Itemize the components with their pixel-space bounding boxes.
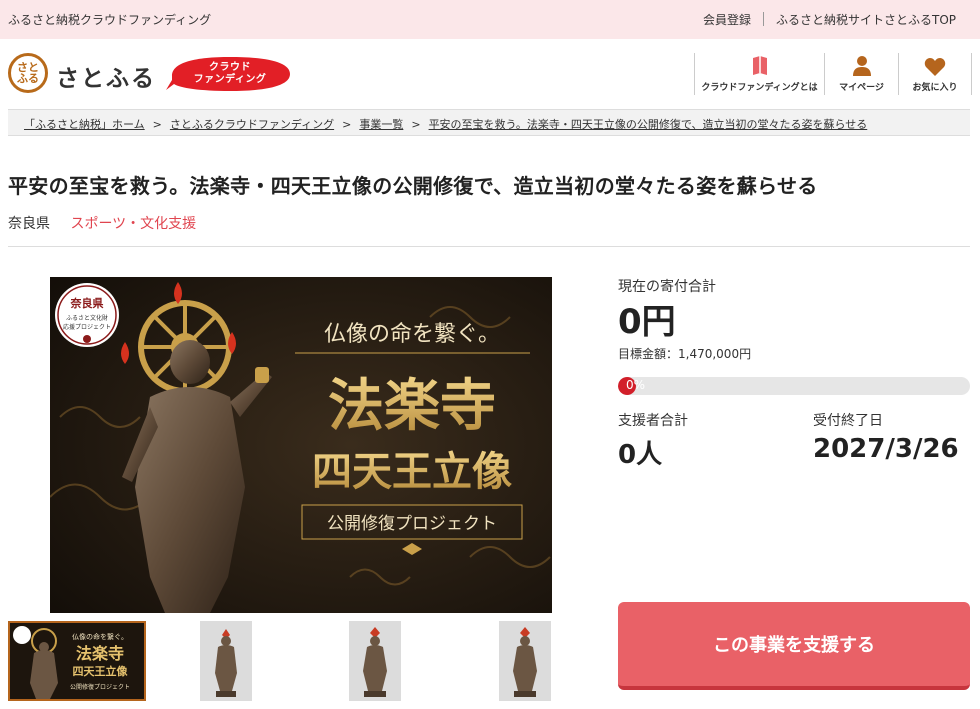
prefecture: 奈良県 [8,216,50,232]
nav-label: クラウドファンディングとは [701,83,818,93]
nav-favorites[interactable]: お気に入り [898,53,972,95]
category-link[interactable]: スポーツ・文化支援 [70,216,196,232]
badge-line-2: ファンディング [193,74,267,85]
top-links: 会員登録 ふるさと納税サイトさとふるTOP [691,11,968,28]
thumbnail-4[interactable] [499,621,551,701]
divider [8,246,970,247]
badge-subtitle-2: 応援プロジェクト [63,323,111,331]
supporters-label: 支援者合計 [618,413,688,429]
support-project-button[interactable]: この事業を支援する [618,602,970,690]
page-title: 平安の至宝を救う。法楽寺・四天王立像の公開修復で、造立当初の堂々たる姿を蘇らせる [8,174,818,198]
thumbnail-image [349,621,401,701]
top-bar: ふるさと納税クラウドファンディング 会員登録 ふるさと納税サイトさとふるTOP [0,0,980,39]
thumbnail-2[interactable] [200,621,252,701]
banner-headline-1: 法楽寺 [328,373,496,439]
badge-subtitle: ふるさと文化財 [66,314,108,322]
total-donation-label: 現在の寄付合計 [618,279,716,295]
banner-tagline: 仏像の命を繋ぐ。 [324,322,500,347]
header-nav: クラウドファンディングとは マイページ お気に入り [694,53,972,95]
deadline-value: 2027/3/26 [813,434,959,464]
breadcrumb-project-list[interactable]: 事業一覧 [359,118,403,131]
heart-icon [924,58,946,76]
thumbnail-1[interactable]: 仏像の命を繋ぐ。 法楽寺 四天王立像 公開修復プロジェクト [8,621,146,701]
site-tagline: ふるさと納税クラウドファンディング [8,13,212,27]
goal-amount: 目標金額：1,470,000円 [618,347,752,361]
nav-label: お気に入り [912,83,958,93]
breadcrumb: 「ふるさと納税」ホーム > さとふるクラウドファンディング > 事業一覧 > 平安の至宝を救… [8,109,970,136]
nav-mypage[interactable]: マイページ [824,53,898,95]
thumb-headline-2: 四天王立像 [73,664,129,678]
main-project-image[interactable]: 奈良県 ふるさと文化財 応援プロジェクト 仏像の命を繋ぐ。 法楽寺 四天王立像 … [50,277,552,613]
thumbnail-3[interactable] [349,621,401,701]
thumb-subline: 公開修復プロジェクト [70,683,130,691]
thumb-tagline: 仏像の命を繋ぐ。 [72,632,128,641]
breadcrumb-current[interactable]: 平安の至宝を救う。法楽寺・四天王立像の公開修復で、造立当初の堂々たる姿を蘇らせる [429,118,868,131]
progress-percent: 0% [626,378,646,392]
supporters-value: 0人 [618,440,663,470]
thumbnail-image: 仏像の命を繋ぐ。 法楽寺 四天王立像 公開修復プロジェクト [10,623,144,699]
breadcrumb-home[interactable]: 「ふるさと納税」ホーム [24,118,145,131]
thumb-headline-1: 法楽寺 [76,644,124,663]
thumbnail-image [499,621,551,701]
total-donation-value: 0円 [618,302,676,342]
nav-about-crowdfunding[interactable]: クラウドファンディングとは [694,53,824,95]
breadcrumb-crowdfunding[interactable]: さとふるクラウドファンディング [170,118,334,131]
badge-prefecture: 奈良県 [70,296,104,310]
breadcrumb-separator: > [152,118,162,131]
nav-label: マイページ [839,83,884,93]
banner-subline: 公開修復プロジェクト [327,514,497,534]
project-banner: 奈良県 ふるさと文化財 応援プロジェクト 仏像の命を繋ぐ。 法楽寺 四天王立像 … [50,277,552,613]
badge-line-1: クラウド [209,61,251,73]
banner-headline-2: 四天王立像 [312,448,512,495]
progress-bar: 0% [618,377,970,395]
person-icon [852,56,871,76]
breadcrumb-separator: > [411,118,421,131]
book-icon [752,56,767,75]
breadcrumb-separator: > [342,118,352,131]
logo-mark-text: さと ふる [17,61,39,85]
badge-text: クラウド ファンディング [166,54,294,94]
thumbnail-strip: 仏像の命を繋ぐ。 法楽寺 四天王立像 公開修復プロジェクト [8,621,553,701]
project-meta: 奈良県 スポーツ・文化支援 [8,213,196,233]
logo-text[interactable]: さとふる [56,59,156,93]
crowdfunding-badge[interactable]: クラウド ファンディング [166,54,294,94]
thumbnail-image [200,621,252,701]
satofull-top-link[interactable]: ふるさと納税サイトさとふるTOP [764,11,968,28]
register-link[interactable]: 会員登録 [691,11,763,28]
logo-mark[interactable]: さと ふる [8,53,48,93]
site-header: さと ふる さとふる クラウド ファンディング クラウドファンディングとは マイ… [0,39,980,109]
deadline-label: 受付終了日 [813,413,883,429]
